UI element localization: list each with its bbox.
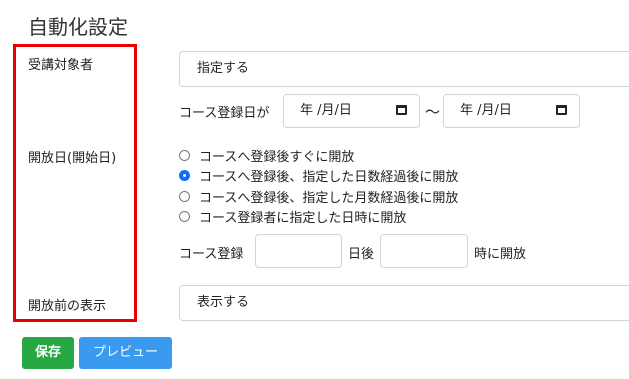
radio-button[interactable] [179, 210, 190, 222]
radio-button[interactable] [179, 149, 190, 161]
radio-button-checked[interactable] [179, 169, 190, 181]
date-from-input[interactable]: 年 /月/日 [283, 94, 420, 128]
date-to-input[interactable]: 年 /月/日 [443, 94, 580, 128]
save-button[interactable]: 保存 [22, 337, 74, 369]
label-pre-display: 開放前の表示 [28, 299, 107, 314]
date-range-prefix: コース登録日が [179, 106, 270, 121]
radio-label: コースへ登録後、指定した日数経過後に開放 [199, 169, 459, 185]
target-select-value: 指定する [197, 61, 250, 76]
radio-option-months[interactable]: コースへ登録後、指定した月数経過後に開放 [179, 186, 458, 206]
preview-button[interactable]: プレビュー [79, 337, 172, 369]
pre-display-select[interactable]: 表示する [179, 285, 629, 321]
calendar-icon[interactable] [556, 105, 567, 115]
label-highlight-box [13, 44, 137, 322]
radio-option-days[interactable]: コースへ登録後、指定した日数経過後に開放 [179, 165, 458, 185]
page-title: 自動化設定 [28, 15, 128, 39]
radio-label: コース登録者に指定した日時に開放 [199, 210, 407, 226]
target-select[interactable]: 指定する [179, 51, 629, 87]
pre-display-select-value: 表示する [197, 295, 250, 310]
date-range-separator: 〜 [425, 103, 441, 121]
radio-button[interactable] [179, 190, 190, 202]
date-to-placeholder: 年 /月/日 [460, 103, 512, 118]
days-row-prefix: コース登録 [179, 247, 244, 262]
calendar-icon[interactable] [396, 105, 407, 115]
days-row-middle: 日後 [348, 247, 375, 262]
days-row-suffix: 時に開放 [474, 247, 527, 262]
hour-input[interactable] [380, 234, 468, 268]
radio-option-immediate[interactable]: コースへ登録後すぐに開放 [179, 145, 354, 165]
date-from-placeholder: 年 /月/日 [300, 103, 352, 118]
label-start-date: 開放日(開始日) [28, 151, 117, 166]
days-input[interactable] [255, 234, 342, 268]
label-target: 受講対象者 [28, 58, 94, 73]
radio-label: コースへ登録後すぐに開放 [199, 149, 355, 165]
radio-option-datetime[interactable]: コース登録者に指定した日時に開放 [179, 206, 406, 226]
radio-label: コースへ登録後、指定した月数経過後に開放 [199, 190, 459, 206]
